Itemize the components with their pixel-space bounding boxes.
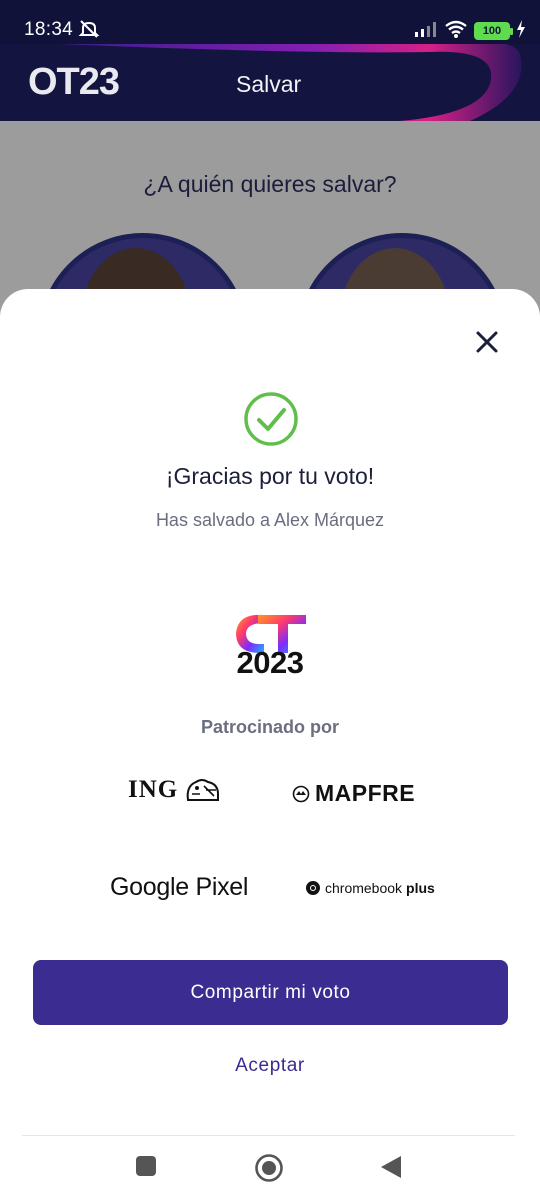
sponsor-chromebook-plus: chromebook plus [305,880,435,896]
sponsor-mapfre-text: MAPFRE [315,780,416,806]
share-vote-button[interactable]: Compartir mi voto [33,960,508,1025]
sponsor-ing: ING [128,776,222,804]
system-nav-bar [0,1135,540,1200]
save-question: ¿A quién quieres salvar? [143,171,397,197]
circle-icon[interactable] [254,1153,284,1183]
sponsor-mapfre: MAPFRE [292,780,415,807]
mapfre-emblem-icon [292,785,310,802]
status-time: 18:34 [24,19,74,40]
thanks-subtitle: Has salvado a Alex Márquez [155,510,385,530]
status-icons: 100 [414,18,526,44]
ot-logo-year: 2023 [236,645,304,680]
lion-icon [186,779,220,801]
square-icon[interactable] [135,1155,157,1177]
sponsored-by-label: Patrocinado por [200,717,339,737]
close-button[interactable] [470,325,504,359]
battery-level: 100 [482,25,502,37]
check-circle-icon [244,392,298,446]
accept-button[interactable]: Aceptar [180,1055,360,1085]
chromebook-plus-text: plus [406,880,435,896]
battery-icon: 100 [474,22,513,40]
vote-confirmation-sheet: ¡Gracias por tu voto! Has salvado a Alex… [0,289,540,1200]
sponsor-google-pixel: Google Pixel [110,873,249,901]
app-header: OT23 Salvar [0,44,540,121]
muted-bell-icon [78,18,100,45]
chromebook-text: chromebook [325,880,403,896]
charging-icon [516,19,526,43]
header-logo: OT23 [28,61,120,103]
signal-icon [414,21,438,42]
triangle-back-icon[interactable] [380,1155,402,1179]
chrome-icon [306,881,320,895]
thanks-title: ¡Gracias por tu voto! [165,463,375,489]
close-icon[interactable] [470,325,504,359]
header-title: Salvar [236,71,302,97]
sponsor-ing-text: ING [128,776,179,803]
wifi-icon [444,20,468,43]
